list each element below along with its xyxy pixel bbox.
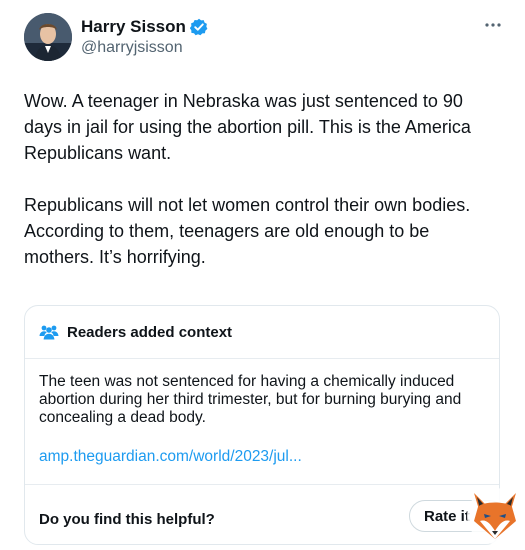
people-icon bbox=[39, 324, 59, 340]
community-note-card: Readers added context The teen was not s… bbox=[24, 305, 500, 545]
tweet-paragraph: Republicans will not let women control t… bbox=[24, 195, 471, 267]
tweet-paragraph: Wow. A teenager in Nebraska was just sen… bbox=[24, 91, 471, 163]
author-name-row: Harry Sisson bbox=[81, 17, 208, 37]
author-handle[interactable]: @harryjsisson bbox=[81, 39, 183, 57]
helpful-question: Do you find this helpful? bbox=[39, 511, 215, 528]
author-display-name[interactable]: Harry Sisson bbox=[81, 17, 186, 37]
community-note-source-link[interactable]: amp.theguardian.com/world/2023/jul... bbox=[39, 448, 302, 466]
verified-badge-icon bbox=[189, 18, 208, 36]
more-horizontal-icon[interactable] bbox=[482, 15, 504, 35]
fox-logo-icon bbox=[466, 487, 524, 545]
avatar[interactable] bbox=[24, 13, 72, 61]
community-note-footer: Do you find this helpful? Rate it bbox=[25, 484, 499, 544]
tweet-text: Wow. A teenager in Nebraska was just sen… bbox=[24, 88, 504, 270]
tweet-header: Harry Sisson @harryjsisson bbox=[24, 13, 504, 63]
community-note-title: Readers added context bbox=[67, 323, 233, 341]
community-note-header: Readers added context bbox=[25, 306, 499, 359]
community-note-body: The teen was not sentenced for having a … bbox=[39, 373, 462, 426]
